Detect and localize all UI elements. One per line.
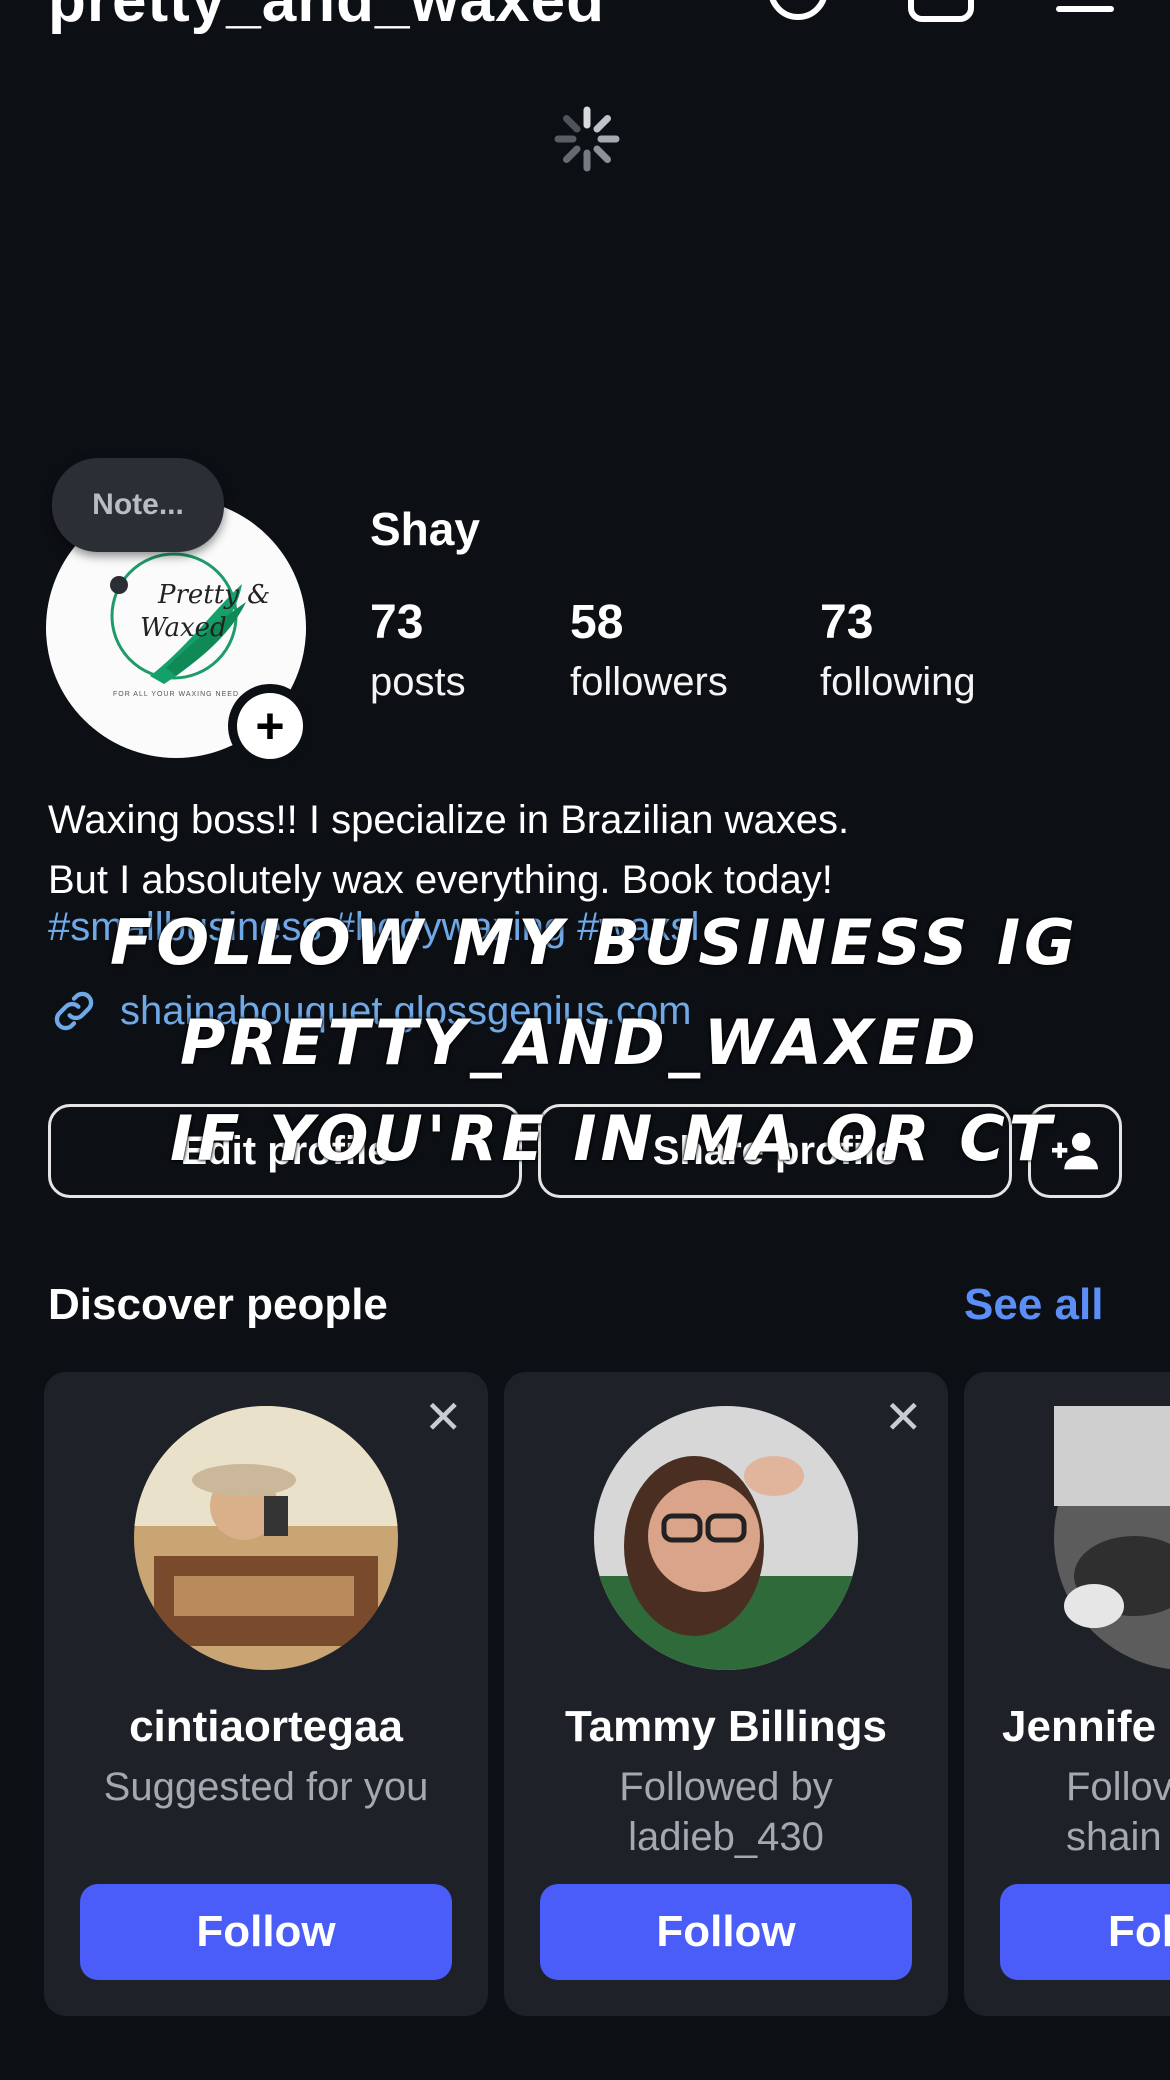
suggestion-reason-line-2: ladieb_430 bbox=[628, 1815, 824, 1859]
suggestion-reason: Suggested for you bbox=[103, 1765, 429, 1809]
suggestion-name[interactable]: Jennife bbox=[1002, 1702, 1156, 1752]
menu-icon[interactable] bbox=[1056, 6, 1114, 12]
see-all-link[interactable]: See all bbox=[964, 1280, 1103, 1330]
suggestion-reason-line-1: Followed by bbox=[619, 1765, 833, 1809]
note-bubble[interactable]: Note... bbox=[52, 458, 224, 552]
add-post-icon[interactable] bbox=[908, 0, 974, 22]
suggestion-reason: Follov shain bbox=[1066, 1762, 1170, 1862]
svg-text:Pretty &: Pretty & bbox=[157, 580, 270, 610]
follow-button[interactable]: Fol bbox=[1000, 1884, 1170, 1980]
suggestion-reason-line-2: shain bbox=[1066, 1815, 1162, 1859]
following-label[interactable]: following bbox=[820, 660, 976, 705]
discover-people-title: Discover people bbox=[48, 1280, 388, 1329]
posts-label[interactable]: posts bbox=[370, 660, 466, 705]
posts-count[interactable]: 73 bbox=[370, 595, 423, 650]
suggestion-photo bbox=[594, 1406, 858, 1670]
suggestion-name[interactable]: cintiaortegaa bbox=[44, 1702, 488, 1752]
suggestion-avatar[interactable] bbox=[134, 1406, 398, 1670]
suggestion-name[interactable]: Tammy Billings bbox=[504, 1702, 948, 1752]
suggestion-reason: Followed by ladieb_430 bbox=[504, 1762, 948, 1862]
add-person-icon bbox=[1052, 1132, 1098, 1170]
suggestion-avatar[interactable] bbox=[1054, 1406, 1170, 1670]
profile-bio: Waxing boss!! I specialize in Brazilian … bbox=[48, 790, 1138, 910]
follow-button[interactable]: Follow bbox=[80, 1884, 452, 1980]
overlay-text-line-2: PRETTY_AND_WAXED bbox=[180, 1006, 980, 1079]
suggestion-reason-line-1: Follov bbox=[1066, 1765, 1170, 1809]
threads-icon[interactable] bbox=[768, 0, 828, 20]
following-count[interactable]: 73 bbox=[820, 595, 873, 650]
suggestion-photo bbox=[1054, 1406, 1170, 1670]
loading-spinner-icon bbox=[554, 106, 620, 172]
note-bubble-tail bbox=[110, 576, 128, 594]
plus-icon: + bbox=[237, 693, 303, 759]
overlay-text-line-1: FOLLOW MY BUSINESS IG bbox=[110, 906, 1079, 979]
svg-text:FOR ALL YOUR WAXING NEED: FOR ALL YOUR WAXING NEED bbox=[113, 691, 239, 698]
svg-text:Waxed: Waxed bbox=[140, 613, 227, 643]
suggestion-photo bbox=[134, 1406, 398, 1670]
followers-count[interactable]: 58 bbox=[570, 595, 623, 650]
close-icon[interactable]: ✕ bbox=[424, 1390, 463, 1444]
add-story-button[interactable]: + bbox=[228, 684, 312, 768]
overlay-text-line-3: IF YOU'RE IN MA OR CT bbox=[170, 1102, 1056, 1175]
suggestion-avatar[interactable] bbox=[594, 1406, 858, 1670]
close-icon[interactable]: ✕ bbox=[884, 1390, 923, 1444]
profile-username-header[interactable]: pretty_and_waxed bbox=[48, 0, 605, 32]
bio-line-1: Waxing boss!! I specialize in Brazilian … bbox=[48, 798, 850, 842]
bio-line-2: But I absolutely wax everything. Book to… bbox=[48, 858, 833, 902]
display-name: Shay bbox=[370, 503, 480, 555]
followers-label[interactable]: followers bbox=[570, 660, 728, 705]
link-icon bbox=[54, 991, 94, 1031]
follow-button[interactable]: Follow bbox=[540, 1884, 912, 1980]
